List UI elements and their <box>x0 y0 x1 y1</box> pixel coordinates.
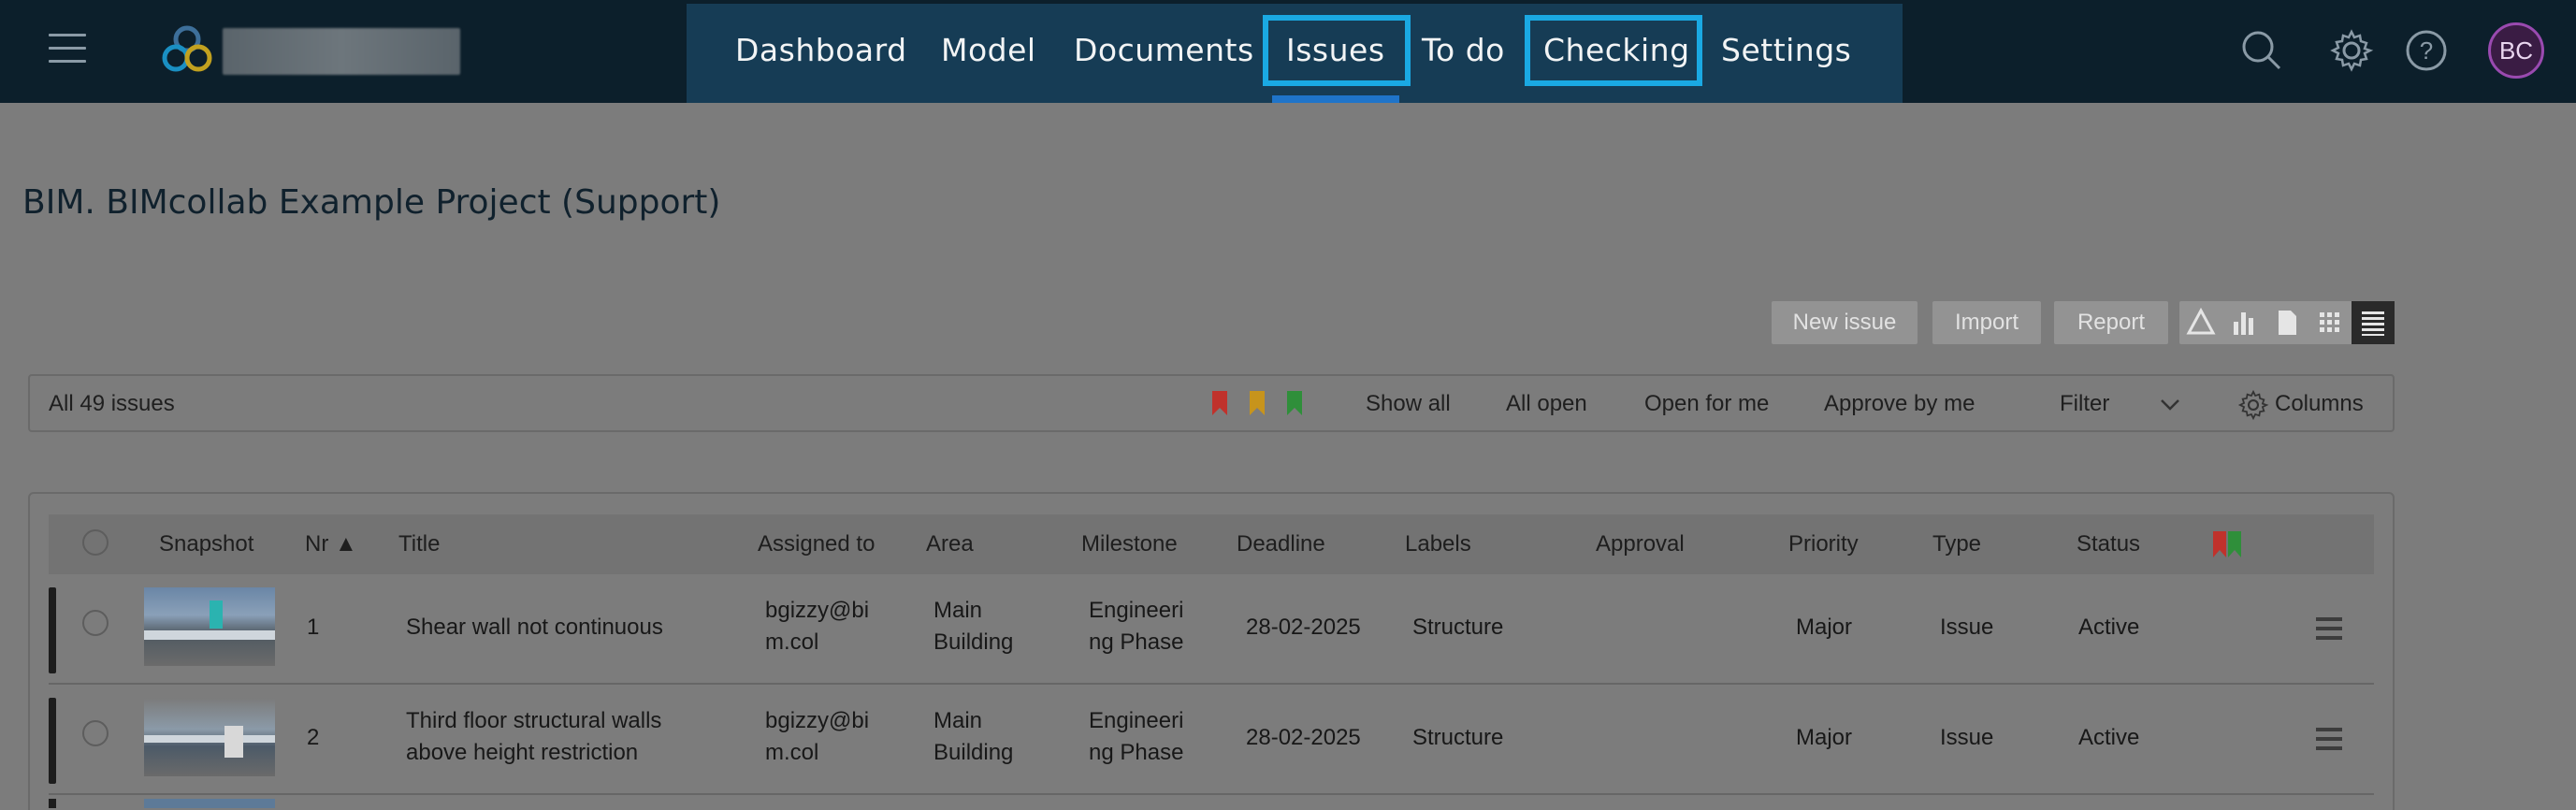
row-assigned-line1: bgizzy@bi <box>765 708 870 733</box>
nav-tab-dashboard[interactable]: Dashboard <box>735 26 907 75</box>
bcf-view-icon[interactable] <box>2179 301 2222 344</box>
select-all-checkbox[interactable] <box>82 529 109 556</box>
table-row-partial <box>49 799 2374 808</box>
col-snapshot[interactable]: Snapshot <box>159 531 253 557</box>
columns-gear-icon[interactable] <box>2237 389 2269 421</box>
row-assigned-line1: bgizzy@bi <box>765 598 870 623</box>
help-icon[interactable]: ? <box>2404 28 2449 73</box>
snapshot-thumbnail[interactable] <box>144 587 275 666</box>
col-status[interactable]: Status <box>2077 531 2140 557</box>
issues-table: Snapshot Nr ▲ Title Assigned to Area Mil… <box>28 492 2395 810</box>
row-menu-icon[interactable] <box>2316 728 2342 750</box>
row-status: Active <box>2078 725 2140 750</box>
row-title-line1: Third floor structural walls <box>406 708 662 733</box>
yellow-flag-icon[interactable] <box>1248 389 1266 417</box>
row-milestone-line1: Engineeri <box>1089 708 1184 733</box>
table-row[interactable]: 2 Third floor structural walls above hei… <box>49 685 2374 795</box>
row-assigned-line2: m.col <box>765 740 819 765</box>
table-row[interactable]: 1 Shear wall not continuous bgizzy@bi m.… <box>49 574 2374 685</box>
row-status-bar <box>49 587 56 673</box>
nav-tab-model[interactable]: Model <box>941 26 1036 75</box>
row-title: Shear wall not continuous <box>406 615 663 640</box>
row-labels: Structure <box>1412 725 1504 750</box>
report-button[interactable]: Report <box>2054 301 2168 344</box>
red-flag-icon[interactable] <box>1210 389 1229 417</box>
account-name-blurred <box>223 28 460 75</box>
filter-dropdown-label[interactable]: Filter <box>2060 391 2109 417</box>
list-view-icon[interactable] <box>2352 301 2395 344</box>
nav-tab-documents[interactable]: Documents <box>1074 26 1254 75</box>
col-nr[interactable]: Nr ▲ <box>305 531 357 557</box>
col-deadline[interactable]: Deadline <box>1237 531 1325 557</box>
row-milestone-line1: Engineeri <box>1089 598 1184 623</box>
top-navigation-bar: Dashboard Model Documents Issues To do C… <box>0 0 2576 103</box>
row-type: Issue <box>1940 725 1994 750</box>
row-area-line1: Main <box>933 598 983 623</box>
flag-column-icon[interactable] <box>2209 529 2247 559</box>
row-milestone-line2: ng Phase <box>1089 740 1184 765</box>
import-button[interactable]: Import <box>1932 301 2041 344</box>
view-mode-group <box>2179 301 2395 344</box>
row-labels: Structure <box>1412 615 1504 640</box>
show-all-filter[interactable]: Show all <box>1366 391 1451 417</box>
row-deadline: 28-02-2025 <box>1246 615 1361 640</box>
row-status-bar <box>49 698 56 784</box>
row-select-checkbox[interactable] <box>82 610 109 636</box>
chevron-down-icon[interactable] <box>2159 395 2181 413</box>
nav-tab-settings[interactable]: Settings <box>1721 26 1851 75</box>
row-nr: 2 <box>307 725 320 750</box>
user-avatar[interactable]: BC <box>2488 22 2544 79</box>
row-nr: 1 <box>307 615 320 640</box>
row-area-line1: Main <box>933 708 983 733</box>
col-milestone[interactable]: Milestone <box>1081 531 1178 557</box>
row-priority: Major <box>1796 615 1853 640</box>
document-view-icon[interactable] <box>2265 301 2308 344</box>
row-type: Issue <box>1940 615 1994 640</box>
nav-tab-issues[interactable]: Issues <box>1286 26 1385 75</box>
chart-view-icon[interactable] <box>2222 301 2265 344</box>
row-status: Active <box>2078 615 2140 640</box>
col-type[interactable]: Type <box>1932 531 1981 557</box>
col-title[interactable]: Title <box>398 531 440 557</box>
col-labels[interactable]: Labels <box>1405 531 1471 557</box>
nav-tab-checking[interactable]: Checking <box>1543 26 1690 75</box>
issue-count: All 49 issues <box>49 391 175 416</box>
col-approval[interactable]: Approval <box>1596 531 1685 557</box>
gear-icon[interactable] <box>2329 28 2374 73</box>
columns-button[interactable]: Columns <box>2275 391 2364 417</box>
open-for-me-filter[interactable]: Open for me <box>1644 391 1769 417</box>
green-flag-icon[interactable] <box>1285 389 1304 417</box>
svg-text:?: ? <box>2420 36 2433 65</box>
hamburger-menu-icon[interactable] <box>49 34 86 65</box>
row-priority: Major <box>1796 725 1853 750</box>
grid-view-icon[interactable] <box>2308 301 2352 344</box>
row-menu-icon[interactable] <box>2316 617 2342 640</box>
nav-tab-todo[interactable]: To do <box>1422 26 1505 75</box>
row-select-checkbox[interactable] <box>82 720 109 746</box>
row-title-line2: above height restriction <box>406 740 639 765</box>
filter-bar: All 49 issues Show all All open Open for… <box>28 374 2395 432</box>
col-assigned-to[interactable]: Assigned to <box>758 531 875 557</box>
row-assigned-line2: m.col <box>765 629 819 655</box>
search-icon[interactable] <box>2239 28 2284 73</box>
new-issue-button[interactable]: New issue <box>1772 301 1918 344</box>
bimcollab-logo-icon <box>162 25 212 72</box>
snapshot-thumbnail[interactable] <box>144 698 275 776</box>
row-milestone-line2: ng Phase <box>1089 629 1184 655</box>
approve-by-me-filter[interactable]: Approve by me <box>1824 391 1975 417</box>
row-area-line2: Building <box>933 740 1014 765</box>
col-area[interactable]: Area <box>926 531 974 557</box>
active-tab-underline <box>1272 95 1399 103</box>
col-priority[interactable]: Priority <box>1788 531 1859 557</box>
project-title: BIM. BIMcollab Example Project (Support) <box>22 183 721 222</box>
all-open-filter[interactable]: All open <box>1506 391 1587 417</box>
row-area-line2: Building <box>933 629 1014 655</box>
row-deadline: 28-02-2025 <box>1246 725 1361 750</box>
table-header: Snapshot Nr ▲ Title Assigned to Area Mil… <box>49 514 2374 574</box>
